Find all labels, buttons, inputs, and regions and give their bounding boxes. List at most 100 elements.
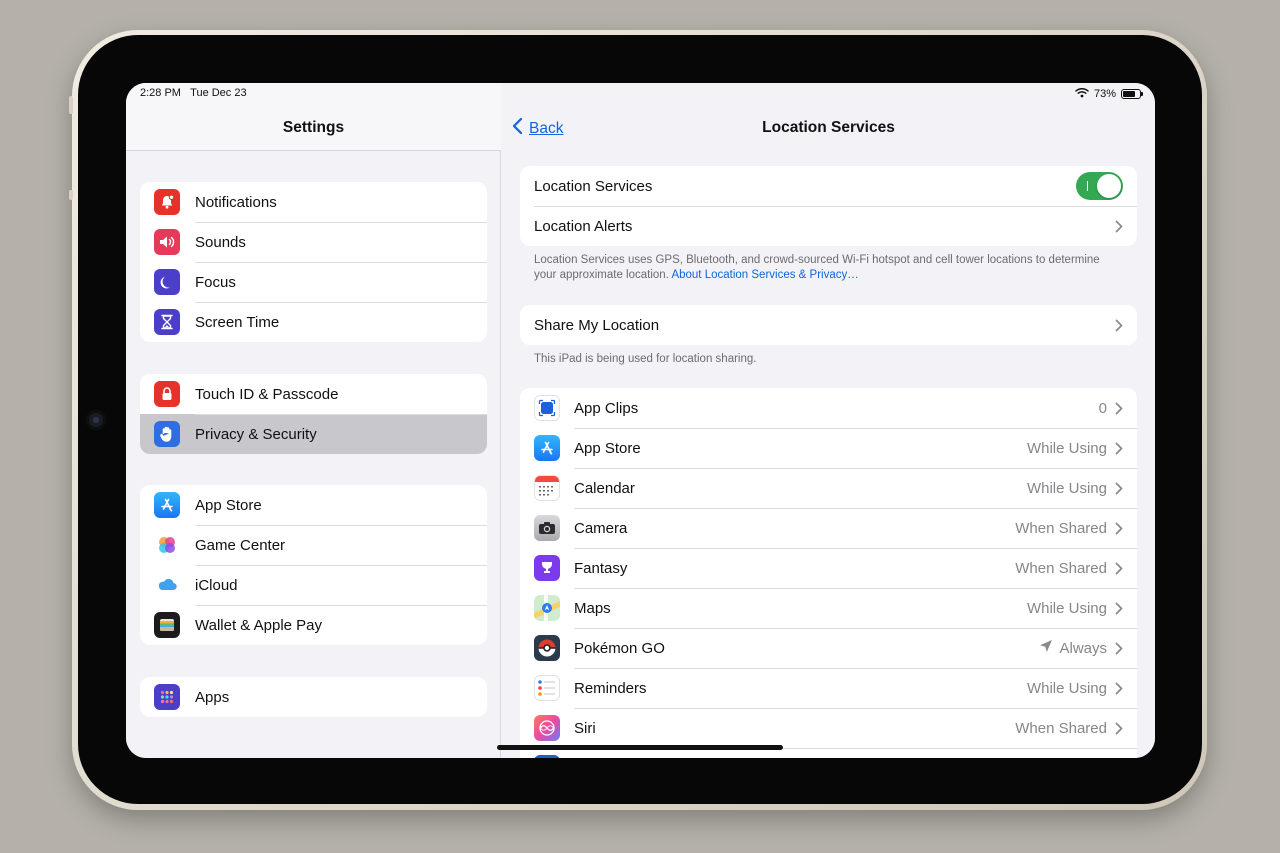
toggle-on-indicator: [1087, 181, 1088, 191]
chevron-right-icon: [1115, 319, 1123, 332]
sidebar-item-sounds[interactable]: Sounds: [140, 222, 487, 262]
app-row-calendar[interactable]: Calendar While Using: [520, 468, 1137, 508]
app-name: Fantasy: [574, 559, 628, 577]
sidebar-item-focus[interactable]: Focus: [140, 262, 487, 302]
sidebar-item-game-center[interactable]: Game Center: [140, 525, 487, 565]
permission-value: Always: [1059, 639, 1107, 657]
location-services-pane: 73% Back Location Services Location Serv…: [502, 83, 1155, 758]
game-center-icon: [154, 532, 180, 558]
sidebar-item-label: Apps: [195, 688, 230, 706]
pokeball-icon: [534, 635, 560, 661]
share-my-location-row[interactable]: Share My Location: [520, 305, 1137, 345]
ipad-screen: 2:28 PM Tue Dec 23 Settings Notification…: [126, 83, 1155, 758]
app-clips-icon: [534, 395, 560, 421]
chevron-right-icon: [1115, 642, 1123, 655]
app-row-maps[interactable]: Maps While Using: [520, 588, 1137, 628]
location-arrow-icon: [1039, 639, 1053, 657]
bell-badge-icon: [154, 189, 180, 215]
speaker-icon: [154, 229, 180, 255]
sidebar-item-privacy-security[interactable]: Privacy & Security: [140, 414, 487, 454]
app-name: Maps: [574, 599, 611, 617]
settings-sidebar: 2:28 PM Tue Dec 23 Settings Notification…: [126, 83, 501, 758]
chevron-right-icon: [1115, 220, 1123, 233]
sidebar-item-notifications[interactable]: Notifications: [140, 182, 487, 222]
wallet-icon: [154, 612, 180, 638]
about-privacy-link[interactable]: About Location Services & Privacy…: [671, 269, 858, 281]
permission-value-with-arrow: Always: [1039, 639, 1107, 657]
fantasy-icon: [534, 555, 560, 581]
chevron-right-icon: [1115, 442, 1123, 455]
sidebar-group-security: Touch ID & Passcode Privacy & Security: [140, 374, 487, 454]
app-store-icon: [154, 492, 180, 518]
share-location-note: This iPad is being used for location sha…: [534, 353, 757, 365]
camera-icon: [534, 515, 560, 541]
page-title: Location Services: [762, 119, 895, 136]
app-row-app-store[interactable]: App Store While Using: [520, 428, 1137, 468]
app-row-app-clips[interactable]: App Clips 0: [520, 388, 1137, 428]
permission-value: While Using: [1026, 679, 1107, 697]
sidebar-item-app-store[interactable]: App Store: [140, 485, 487, 525]
permission-value: While Using: [1026, 599, 1107, 617]
calendar-icon: [534, 475, 560, 501]
sidebar-item-label: Wallet & Apple Pay: [195, 616, 323, 634]
permission-value: 0: [1098, 399, 1107, 417]
hand-icon: [154, 421, 180, 447]
app-row-pokemon-go[interactable]: Pokémon GO Always: [520, 628, 1137, 668]
sidebar-group-accounts: App Store Game Center iCloud Wallet & Ap…: [140, 485, 487, 645]
chevron-right-icon: [1115, 562, 1123, 575]
location-services-toggle[interactable]: [1076, 172, 1123, 200]
sidebar-item-wallet[interactable]: Wallet & Apple Pay: [140, 605, 487, 645]
location-services-label: Location Services: [534, 177, 653, 195]
sidebar-item-label: Screen Time: [195, 313, 280, 331]
battery-icon: [1121, 89, 1143, 99]
partial-app-icon: [534, 755, 560, 758]
app-store-icon: [534, 435, 560, 461]
sidebar-item-screen-time[interactable]: Screen Time: [140, 302, 487, 342]
sidebar-item-label: Focus: [195, 273, 236, 291]
permission-value: While Using: [1026, 439, 1107, 457]
app-name: Camera: [574, 519, 628, 537]
home-indicator[interactable]: [497, 745, 783, 750]
chevron-right-icon: [1115, 722, 1123, 735]
share-location-group: Share My Location: [520, 305, 1137, 345]
lock-icon: [154, 381, 180, 407]
share-my-location-label: Share My Location: [534, 316, 660, 334]
location-services-footnote: Location Services uses GPS, Bluetooth, a…: [534, 253, 1124, 283]
permission-value: When Shared: [1015, 519, 1107, 537]
app-name: App Store: [574, 439, 641, 457]
cloud-icon: [154, 572, 180, 598]
app-name: App Clips: [574, 399, 639, 417]
moon-icon: [154, 269, 180, 295]
app-row-reminders[interactable]: Reminders While Using: [520, 668, 1137, 708]
app-name: Reminders: [574, 679, 647, 697]
location-alerts-label: Location Alerts: [534, 217, 633, 235]
maps-icon: [534, 595, 560, 621]
sidebar-item-icloud[interactable]: iCloud: [140, 565, 487, 605]
app-row-fantasy[interactable]: Fantasy When Shared: [520, 548, 1137, 588]
sidebar-group-apps: Apps: [140, 677, 487, 717]
reminders-icon: [534, 675, 560, 701]
front-camera: [86, 410, 106, 430]
wifi-icon: [1075, 87, 1089, 101]
app-row-camera[interactable]: Camera When Shared: [520, 508, 1137, 548]
sidebar-item-apps[interactable]: Apps: [140, 677, 487, 717]
app-row-siri[interactable]: Siri When Shared: [520, 708, 1137, 748]
sidebar-header: 2:28 PM Tue Dec 23 Settings: [126, 83, 501, 151]
chevron-right-icon: [1115, 402, 1123, 415]
chevron-right-icon: [1115, 682, 1123, 695]
status-date: Tue Dec 23: [190, 87, 247, 99]
location-alerts-row[interactable]: Location Alerts: [520, 206, 1137, 246]
siri-icon: [534, 715, 560, 741]
sidebar-item-label: iCloud: [195, 576, 238, 594]
sidebar-item-label: Game Center: [195, 536, 286, 554]
status-time-date: 2:28 PM Tue Dec 23: [140, 87, 247, 99]
status-indicators: 73%: [1075, 87, 1143, 101]
apps-grid-icon: [154, 684, 180, 710]
permission-value: When Shared: [1015, 559, 1107, 577]
app-name: Pokémon GO: [574, 639, 665, 657]
sidebar-group-general: Notifications Sounds Focus Screen Time: [140, 182, 487, 342]
sidebar-item-label: Privacy & Security: [195, 425, 317, 443]
toggle-knob: [1097, 174, 1121, 198]
app-permissions-list: App Clips 0 App Store While Using Calend…: [520, 388, 1137, 758]
sidebar-item-touch-id[interactable]: Touch ID & Passcode: [140, 374, 487, 414]
